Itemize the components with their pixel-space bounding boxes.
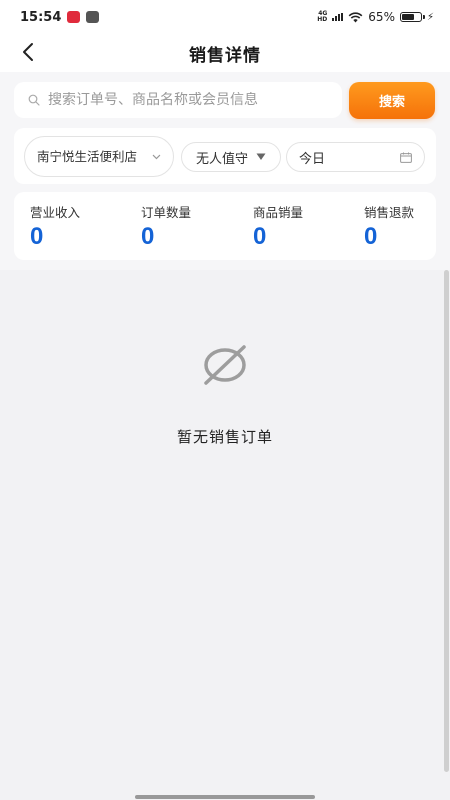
page-title: 销售详情 xyxy=(189,45,261,66)
stat-label: 商品销量 xyxy=(253,205,304,220)
stat-refund: 销售退款 0 xyxy=(364,202,414,251)
search-button[interactable]: 搜索 xyxy=(349,82,435,119)
store-filter-dropdown[interactable]: 南宁悦生活便利店 xyxy=(24,136,174,177)
network-label: 4G HD xyxy=(317,10,328,23)
scrollbar[interactable] xyxy=(444,270,449,772)
status-time: 15:54 xyxy=(20,9,62,25)
status-bar: 15:54 4G HD 65% ⚡ xyxy=(0,0,450,34)
stat-value: 0 xyxy=(141,223,155,250)
charging-icon: ⚡ xyxy=(426,11,434,23)
signal-icon xyxy=(332,13,344,21)
stat-label: 订单数量 xyxy=(141,205,192,220)
stat-value: 0 xyxy=(30,223,44,250)
battery-fill xyxy=(401,14,414,20)
store-filter-label: 南宁悦生活便利店 xyxy=(37,148,138,164)
caret-down-icon xyxy=(256,153,266,160)
date-filter[interactable]: 今日 xyxy=(286,142,425,172)
date-filter-label: 今日 xyxy=(299,151,326,167)
search-icon xyxy=(28,94,40,106)
calendar-icon xyxy=(400,152,412,163)
stat-label: 营业收入 xyxy=(30,205,81,220)
battery-percent: 65% xyxy=(368,10,395,24)
status-left: 15:54 xyxy=(20,9,100,25)
stat-value: 0 xyxy=(253,223,267,250)
chevron-down-icon xyxy=(152,154,161,159)
home-indicator[interactable] xyxy=(135,795,315,799)
mode-filter-dropdown[interactable]: 无人值守 xyxy=(181,142,281,172)
stat-revenue: 营业收入 0 xyxy=(30,202,80,251)
notification-app-icon-2 xyxy=(86,11,100,23)
empty-state-text: 暂无销售订单 xyxy=(176,428,273,446)
status-right: 4G HD 65% ⚡ xyxy=(311,10,434,24)
wifi-icon xyxy=(348,11,363,22)
search-box[interactable] xyxy=(14,82,342,118)
stat-label: 销售退款 xyxy=(364,205,415,220)
stat-value: 0 xyxy=(364,223,378,250)
filter-card: 南宁悦生活便利店 无人值守 今日 xyxy=(14,128,436,184)
stats-card: 营业收入 0 订单数量 0 商品销量 0 销售退款 0 xyxy=(14,192,436,260)
search-input[interactable] xyxy=(48,92,328,108)
stat-order-count: 订单数量 0 xyxy=(141,202,191,251)
back-button[interactable] xyxy=(14,38,42,66)
notification-app-icon xyxy=(67,11,81,23)
top-panel: 搜索 南宁悦生活便利店 无人值守 今日 营业收入 0 xyxy=(0,72,450,270)
chevron-left-icon xyxy=(23,43,33,61)
header: 销售详情 xyxy=(0,34,450,72)
mode-filter-label: 无人值守 xyxy=(195,151,248,167)
stat-product-sales: 商品销量 0 xyxy=(253,202,303,251)
battery-icon xyxy=(399,12,425,22)
empty-circle-slash-icon xyxy=(204,345,246,385)
